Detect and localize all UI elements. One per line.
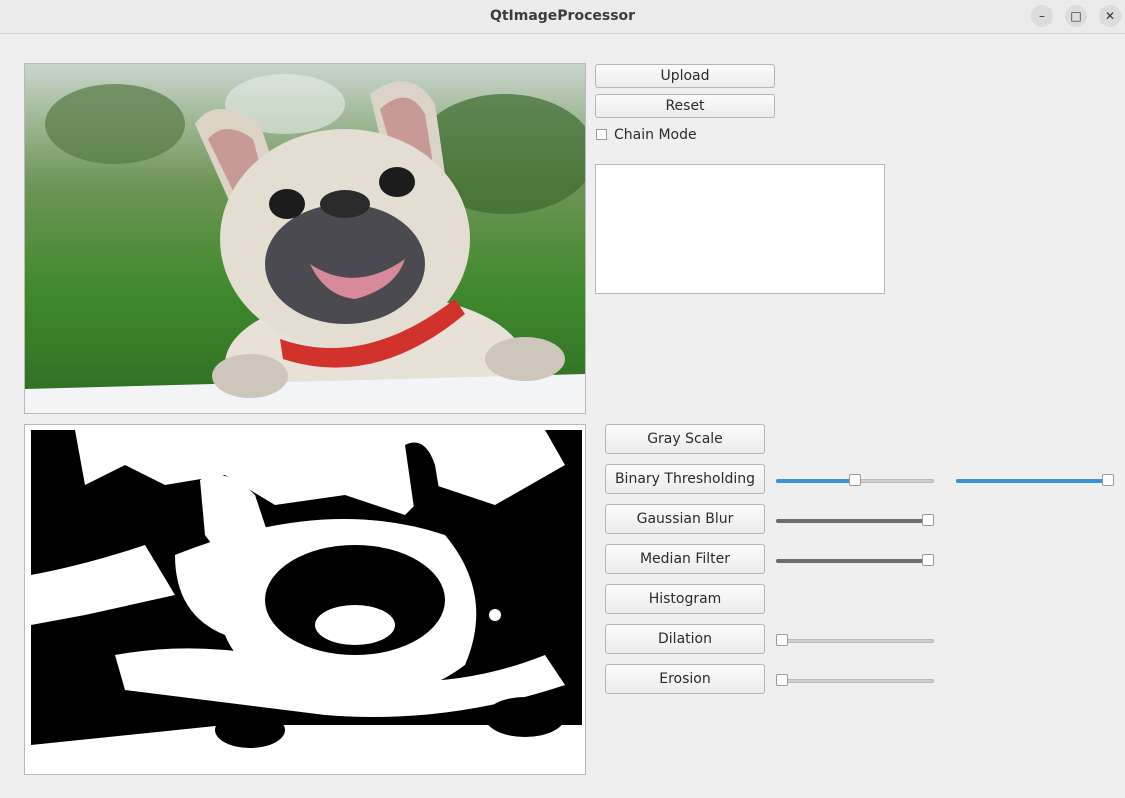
upload-button[interactable]: Upload [595, 64, 775, 88]
original-image [25, 64, 585, 413]
title-bar: QtImageProcessor – □ ✕ [0, 0, 1125, 34]
slider-fill [776, 479, 855, 483]
erosion-slider[interactable] [776, 674, 934, 688]
slider-groove [776, 679, 934, 683]
minimize-icon[interactable]: – [1031, 5, 1053, 27]
slider-handle[interactable] [922, 514, 934, 526]
histogram-button[interactable]: Histogram [605, 584, 765, 614]
binary-max-slider[interactable] [956, 474, 1114, 488]
median-filter-button[interactable]: Median Filter [605, 544, 765, 574]
original-image-view [24, 63, 586, 414]
slider-groove [776, 639, 934, 643]
slider-handle[interactable] [776, 674, 788, 686]
slider-handle[interactable] [776, 634, 788, 646]
gaussian-blur-button[interactable]: Gaussian Blur [605, 504, 765, 534]
slider-handle[interactable] [849, 474, 861, 486]
reset-button[interactable]: Reset [595, 94, 775, 118]
slider-handle[interactable] [922, 554, 934, 566]
window-title: QtImageProcessor [489, 8, 636, 24]
binary-thresholding-button[interactable]: Binary Thresholding [605, 464, 765, 494]
slider-fill [776, 519, 928, 523]
processed-image-view [24, 424, 586, 775]
chain-mode-label: Chain Mode [614, 127, 697, 143]
maximize-icon[interactable]: □ [1065, 5, 1087, 27]
dilation-button[interactable]: Dilation [605, 624, 765, 654]
median-filter-slider[interactable] [776, 554, 934, 568]
slider-fill [776, 559, 928, 563]
dilation-slider[interactable] [776, 634, 934, 648]
erosion-button[interactable]: Erosion [605, 664, 765, 694]
binary-threshold-slider[interactable] [776, 474, 934, 488]
info-text-area[interactable] [595, 164, 885, 294]
slider-handle[interactable] [1102, 474, 1114, 486]
gray-scale-button[interactable]: Gray Scale [605, 424, 765, 454]
gaussian-blur-slider[interactable] [776, 514, 934, 528]
slider-fill [956, 479, 1108, 483]
close-icon[interactable]: ✕ [1099, 5, 1121, 27]
chain-mode-checkbox[interactable] [596, 129, 607, 140]
processed-image [25, 425, 585, 774]
